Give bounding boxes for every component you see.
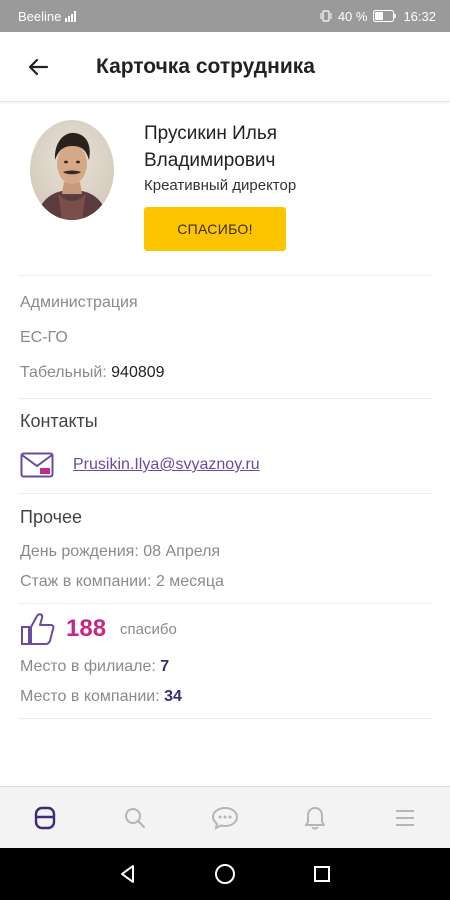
menu-icon — [396, 809, 414, 826]
divider — [18, 603, 432, 604]
profile-card: Прусикин Илья Владимирович Креативный ди… — [0, 116, 450, 274]
status-bar: Beeline 40 % 16:32 — [0, 0, 450, 32]
system-nav-bar — [0, 848, 450, 900]
vibrate-icon — [320, 10, 332, 22]
divider — [18, 275, 432, 276]
nav-notifications[interactable] — [290, 793, 340, 843]
branch-rank-label: Место в филиале: — [20, 658, 156, 675]
nav-profile[interactable] — [20, 793, 70, 843]
battery-percent: 40 % — [337, 8, 368, 24]
likes-row: 188 спасибо — [20, 612, 177, 646]
divider — [18, 398, 432, 399]
divider — [18, 718, 432, 719]
battery-icon — [373, 10, 397, 22]
profile-info: Прусикин Илья Владимирович Креативный ди… — [144, 120, 404, 251]
likes-label: спасибо — [120, 620, 177, 638]
bell-icon — [305, 806, 325, 829]
thumbs-up-icon — [21, 613, 55, 645]
status-right: 40 % 16:32 — [320, 9, 436, 24]
system-back-button[interactable] — [108, 854, 148, 894]
tenure-text: Стаж в компании: 2 месяца — [20, 573, 224, 590]
likes-count: 188 — [66, 615, 107, 642]
nav-search[interactable] — [110, 793, 160, 843]
avatar — [30, 120, 114, 220]
tab-number-value: 940809 — [111, 364, 165, 381]
profile-icon — [34, 806, 56, 829]
contacts-title: Контакты — [20, 411, 98, 431]
system-home-button[interactable] — [205, 854, 245, 894]
nav-menu[interactable] — [380, 793, 430, 843]
tab-number-label: Табельный: — [20, 364, 107, 381]
envelope-icon — [20, 452, 54, 478]
company-rank-label: Место в компании: — [20, 688, 160, 705]
page-title: Карточка сотрудника — [96, 54, 315, 78]
app-header: Карточка сотрудника — [0, 32, 450, 102]
arrow-left-icon — [28, 58, 49, 75]
carrier-name: Beeline — [18, 8, 62, 24]
unit-text: ЕС-ГО — [20, 329, 68, 346]
tab-number-line: Табельный: 940809 — [20, 364, 165, 382]
back-button[interactable] — [18, 47, 58, 87]
divider — [18, 493, 432, 494]
other-title: Прочее — [20, 507, 82, 527]
company-rank-value: 34 — [164, 688, 182, 705]
recents-square-icon — [313, 866, 330, 882]
email-row: Prusikin.Ilya@svyaznoy.ru — [20, 452, 260, 478]
bottom-nav — [0, 786, 450, 848]
clock: 16:32 — [403, 8, 436, 24]
branch-rank-line: Место в филиале: 7 — [20, 658, 169, 676]
home-circle-icon — [214, 864, 235, 884]
email-link[interactable]: Prusikin.Ilya@svyaznoy.ru — [73, 456, 260, 474]
birthday-text: День рождения: 08 Апреля — [20, 543, 221, 560]
thanks-button[interactable]: СПАСИБО! — [144, 207, 286, 251]
search-icon — [125, 807, 146, 828]
employee-position: Креативный директор — [144, 177, 297, 194]
avatar-portrait — [30, 120, 114, 220]
carrier-group: Beeline — [18, 8, 77, 24]
employee-name: Прусикин Илья Владимирович — [144, 123, 278, 171]
department-text: Администрация — [20, 294, 138, 311]
signal-icon — [65, 10, 77, 22]
system-recents-button[interactable] — [302, 854, 342, 894]
branch-rank-value: 7 — [160, 658, 170, 675]
back-triangle-icon — [121, 865, 135, 883]
chat-icon — [211, 806, 239, 830]
nav-chat[interactable] — [200, 793, 250, 843]
company-rank-line: Место в компании: 34 — [20, 688, 182, 706]
